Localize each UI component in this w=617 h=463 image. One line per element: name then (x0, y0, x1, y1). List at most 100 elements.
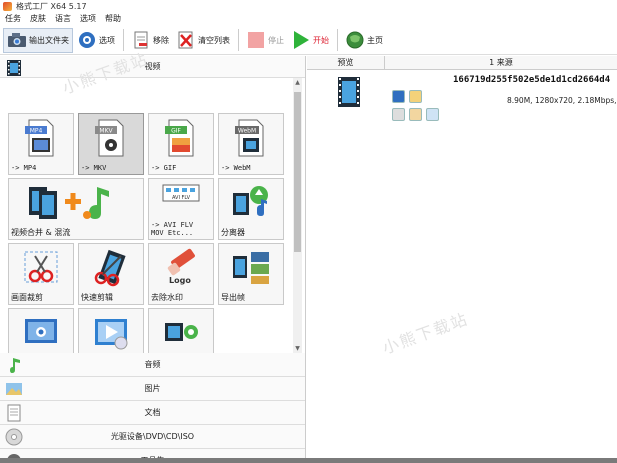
title-bar: 格式工厂 X64 5.17 (0, 0, 617, 12)
tile-to-mp4-label: -> MP4 (11, 164, 37, 172)
export-frames-icon (231, 248, 271, 288)
open-folder-button-icon[interactable] (409, 90, 422, 103)
category-picture[interactable]: 图片 (0, 377, 305, 401)
tile-video-player[interactable] (78, 308, 144, 353)
settings-button-icon[interactable] (392, 108, 405, 121)
start-label: 开始 (313, 35, 329, 45)
mkv-file-icon: MKV (91, 118, 131, 158)
remove-label: 移除 (153, 35, 169, 45)
music-note-icon (5, 356, 23, 374)
scroll-up-arrow-icon[interactable]: ▲ (294, 79, 301, 86)
webm-icon-text: WebM (238, 128, 256, 135)
tile-to-mkv[interactable]: MKV -> MKV (78, 113, 144, 175)
tile-to-mkv-label: -> MKV (81, 164, 107, 172)
tile-to-webm-label: -> WebM (221, 164, 251, 172)
options-icon (77, 30, 97, 50)
document-icon (5, 404, 23, 422)
mp4-file-icon: MP4 (21, 118, 61, 158)
menu-skin[interactable]: 皮肤 (30, 13, 46, 24)
scroll-down-arrow-icon[interactable]: ▼ (294, 345, 301, 352)
task-file-info: 8.90M, 1280x720, 2.18Mbps, (507, 96, 617, 105)
tile-to-gif-label: -> GIF (151, 164, 177, 172)
crop-scissors-icon (21, 248, 61, 288)
menu-options[interactable]: 选项 (80, 13, 96, 24)
homepage-label: 主页 (367, 35, 383, 45)
tile-export-frames[interactable]: 导出帧 (218, 243, 284, 305)
tile-video-effects[interactable] (148, 308, 214, 353)
scrollbar-thumb[interactable] (294, 92, 301, 252)
tile-splitter[interactable]: 分离器 (218, 178, 284, 240)
tile-to-gif[interactable]: GIF -> GIF (148, 113, 214, 175)
mkv-icon-text: MKV (99, 128, 113, 135)
tile-export-frames-label: 导出帧 (221, 293, 245, 302)
start-button[interactable]: 开始 (288, 28, 332, 53)
category-video-label: 视频 (144, 62, 161, 71)
video-function-grid: MP4 -> MP4 MKV -> MKV GIF -> GIF WebM ->… (0, 78, 305, 353)
quick-clip-icon (91, 248, 131, 288)
tile-crop-label: 画面裁剪 (11, 293, 43, 302)
delete-button-icon[interactable] (426, 108, 439, 121)
globe-icon (345, 30, 365, 50)
column-preview[interactable]: 预览 (307, 56, 385, 69)
category-video[interactable]: 视频 (0, 56, 305, 78)
tile-to-avi-flv-mov[interactable]: AVI FLV -> AVI FLV MOV Etc... (148, 178, 214, 240)
menu-language[interactable]: 语言 (55, 13, 71, 24)
eraser-logo-icon: Logo (161, 248, 201, 288)
category-audio[interactable]: 音频 (0, 353, 305, 377)
remove-button[interactable]: 移除 (128, 28, 172, 53)
tile-to-avi-flv-mov-label: -> AVI FLV MOV Etc... (151, 221, 194, 237)
tile-quick-clip[interactable]: 快速剪辑 (78, 243, 144, 305)
tile-video-merge[interactable]: 视频合并 & 混流 (8, 178, 144, 240)
category-disc[interactable]: 光驱设备\DVD\CD\ISO (0, 425, 305, 449)
task-filename: 166719d255f502e5de1d1cd2664d4 (453, 75, 611, 85)
screen-record-icon (21, 313, 61, 353)
logo-icon-text: Logo (169, 276, 191, 285)
options-button[interactable]: 选项 (74, 28, 118, 53)
category-disc-label: 光驱设备\DVD\CD\ISO (110, 432, 195, 441)
tile-crop[interactable]: 画面裁剪 (8, 243, 74, 305)
webm-file-icon: WebM (231, 118, 271, 158)
clip-button-icon[interactable] (409, 108, 422, 121)
video-film-icon (337, 76, 361, 108)
toolbar-separator (123, 29, 124, 51)
mp4-icon-text: MP4 (30, 128, 43, 135)
disc-icon (5, 428, 23, 446)
video-player-icon (91, 313, 131, 353)
gif-file-icon: GIF (161, 118, 201, 158)
window-title: 格式工厂 X64 5.17 (16, 1, 87, 11)
output-folder-label: 输出文件夹 (29, 35, 69, 45)
category-document[interactable]: 文档 (0, 401, 305, 425)
film-strip-format-icon: AVI FLV (161, 183, 201, 223)
task-list-header: 预览 1 来源 (307, 56, 617, 70)
toolbar: 输出文件夹 选项 移除 清空列表 停止 开始 主页 (0, 26, 617, 55)
homepage-button[interactable]: 主页 (342, 28, 386, 53)
stop-icon (246, 30, 266, 50)
menu-task[interactable]: 任务 (5, 13, 21, 24)
task-list-panel: 预览 1 来源 166719d255f502e5de1d1cd2664d4 8.… (307, 56, 617, 458)
tile-screen-record[interactable] (8, 308, 74, 353)
category-picture-label: 图片 (144, 384, 161, 393)
tile-quick-clip-label: 快速剪辑 (81, 293, 113, 302)
function-grid-scrollbar[interactable]: ▲ ▼ (293, 78, 302, 353)
category-audio-label: 音频 (144, 360, 161, 369)
film-strip-icon (5, 59, 23, 77)
stop-label: 停止 (268, 35, 284, 45)
tile-to-mp4[interactable]: MP4 -> MP4 (8, 113, 74, 175)
clear-list-label: 清空列表 (198, 35, 230, 45)
task-row[interactable]: 166719d255f502e5de1d1cd2664d4 8.90M, 128… (307, 70, 617, 121)
film-effects-icon (161, 313, 201, 353)
picture-icon (5, 380, 23, 398)
app-window: 格式工厂 X64 5.17 任务 皮肤 语言 选项 帮助 输出文件夹 选项 移除 (0, 0, 617, 463)
category-document-label: 文档 (144, 408, 161, 417)
tile-to-webm[interactable]: WebM -> WebM (218, 113, 284, 175)
splitter-icon (231, 183, 271, 223)
info-button-icon[interactable] (392, 90, 405, 103)
menu-help[interactable]: 帮助 (105, 13, 121, 24)
tile-remove-watermark[interactable]: Logo 去除水印 (148, 243, 214, 305)
clear-list-button[interactable]: 清空列表 (173, 28, 233, 53)
options-label: 选项 (99, 35, 115, 45)
column-source[interactable]: 1 来源 (385, 56, 617, 69)
stop-button[interactable]: 停止 (243, 28, 287, 53)
output-folder-button[interactable]: 输出文件夹 (3, 27, 73, 53)
tile-splitter-label: 分离器 (221, 228, 245, 237)
